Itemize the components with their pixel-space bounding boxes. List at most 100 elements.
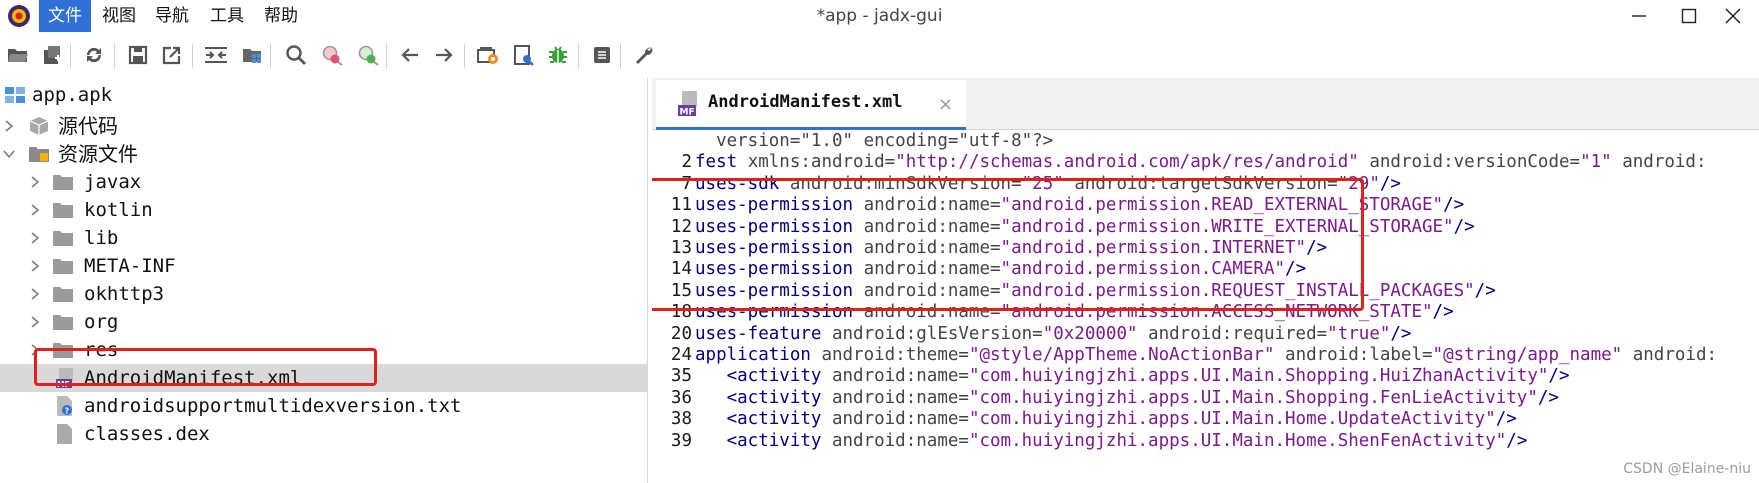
line-text: <activity android:name="com.huiyingjzhi.… [695,407,1517,431]
code-token: uses-permission [695,238,864,258]
menu-tools[interactable]: 工具 [203,0,251,32]
add-files-button[interactable] [38,41,66,69]
tab-label: AndroidManifest.xml [708,92,903,112]
code-token: android: [1611,152,1707,173]
chevron-down-icon[interactable] [2,147,16,161]
code-token: /> [1506,430,1528,451]
log-viewer-button[interactable] [509,41,537,69]
line-text: uses-permission android:name="android.pe… [695,215,1475,239]
reload-button[interactable] [80,41,108,69]
chevron-right-icon[interactable] [28,315,42,329]
deobfuscation-icon [477,47,498,64]
line-text: version="1.0" encoding="utf-8"?> [695,129,1053,153]
svg-text:MF: MF [680,108,695,118]
save-button[interactable] [124,41,152,69]
line-text: application android:theme="@style/AppThe… [695,343,1717,367]
line-number: 13 [670,238,692,258]
summary-button[interactable] [588,41,616,69]
toolbar-separator [270,44,271,68]
code-token: /> [1537,387,1559,408]
tree-item-label: 资源文件 [58,142,138,166]
class-search-button[interactable] [318,41,346,69]
code-token: "29" [1337,173,1380,194]
manifest-file-icon: MF [56,368,73,388]
code-token: "android.permission.REQUEST_INSTALL_PACK… [1000,280,1475,301]
back-button[interactable] [396,41,424,69]
open-button[interactable] [4,41,32,69]
forward-button[interactable] [430,41,458,69]
usage-search-button[interactable] [354,41,382,69]
tree-item-folder[interactable]: okhttp3 [0,280,647,308]
code-token: android:name= [863,302,1001,323]
toolbar-separator [192,44,193,68]
tree-item-label: res [84,339,119,361]
code-token: "android.permission.READ_EXTERNAL_STORAG… [1000,195,1444,216]
menu-navigation[interactable]: 导航 [148,0,196,32]
preferences-button[interactable] [630,41,658,69]
code-area[interactable]: version="1.0" encoding="utf-8"?> 2 fest xm… [652,131,1759,483]
code-line: 13 uses-permission android:name="android.… [652,236,1759,260]
tree-item-manifest[interactable]: MF AndroidManifest.xml [0,364,647,392]
chevron-right-icon[interactable] [2,119,16,133]
line-number: 12 [670,216,692,237]
deobfuscation-button[interactable] [474,41,502,69]
minimize-button[interactable] [1614,0,1664,32]
chevron-right-icon[interactable] [28,231,42,245]
code-token: android:name= [831,366,969,387]
menu-file[interactable]: 文件 [39,0,91,32]
tab-close-icon[interactable]: × [938,94,953,115]
code-token: /> [1432,302,1454,323]
svg-text:?: ? [65,407,70,416]
tree-item-file[interactable]: classes.dex [0,420,647,448]
chevron-right-icon[interactable] [28,203,42,217]
debugger-button[interactable] [544,41,572,69]
chevron-right-icon[interactable] [28,343,42,357]
code-token: /> [1443,195,1465,216]
tab-android-manifest[interactable]: MF AndroidManifest.xml × [656,80,966,130]
add-file-icon [44,46,61,64]
line-text: <activity android:name="com.huiyingjzhi.… [695,386,1559,410]
menu-view[interactable]: 视图 [95,0,143,32]
tree-item-folder[interactable]: org [0,308,647,336]
close-window-button[interactable] [1708,0,1758,32]
tree-item-source-code[interactable]: 源代码 [0,112,647,140]
export-button[interactable] [158,41,186,69]
tree-item-folder[interactable]: javax [0,168,647,196]
tree-item-folder[interactable]: META-INF [0,252,647,280]
tree-item-folder[interactable]: kotlin [0,196,647,224]
tree-item-label: kotlin [84,199,153,221]
jadx-logo-icon [8,5,30,27]
code-token: android:name= [863,216,1001,237]
code-token: android:versionCode= [1358,152,1581,173]
toolbar-separator [70,44,71,68]
tree-item-folder[interactable]: lib [0,224,647,252]
tree-item-root[interactable]: app.apk [0,81,647,109]
tree-item-label: META-INF [84,255,176,277]
text-search-button[interactable] [282,41,310,69]
chevron-right-icon[interactable] [28,287,42,301]
flatten-packages-button[interactable] [238,41,266,69]
code-token: version="1.0" encoding="utf-8"?> [695,131,1054,151]
code-token: "@style/AppTheme.NoActionBar" [968,345,1275,365]
search-usage-icon [358,45,379,66]
sync-with-editor-button[interactable] [202,41,230,69]
line-number: 38 [670,409,692,430]
tree-item-resources[interactable]: 资源文件 [0,140,647,168]
tree-item-folder[interactable]: res [0,336,647,364]
code-token: android:name= [863,259,1001,280]
code-line: 20 uses-feature android:glEsVersion="0x20… [652,322,1759,346]
tree-item-file[interactable]: ? androidsupportmultidexversion.txt [0,392,647,420]
code-line: 36 <activity android:name="com.huiyingjz… [652,386,1759,410]
line-number: 35 [670,366,692,387]
close-icon [1725,8,1741,24]
code-token: /> [1390,323,1412,344]
menu-help[interactable]: 帮助 [257,0,305,32]
folder-icon [53,259,73,274]
maximize-button[interactable] [1664,0,1714,32]
chevron-right-icon[interactable] [28,175,42,189]
search-class-icon [322,45,343,66]
tree-item-label: androidsupportmultidexversion.txt [84,395,462,417]
code-editor: MF AndroidManifest.xml × version="1.0" e… [652,78,1759,483]
toolbar-separator [464,44,465,68]
chevron-right-icon[interactable] [28,259,42,273]
